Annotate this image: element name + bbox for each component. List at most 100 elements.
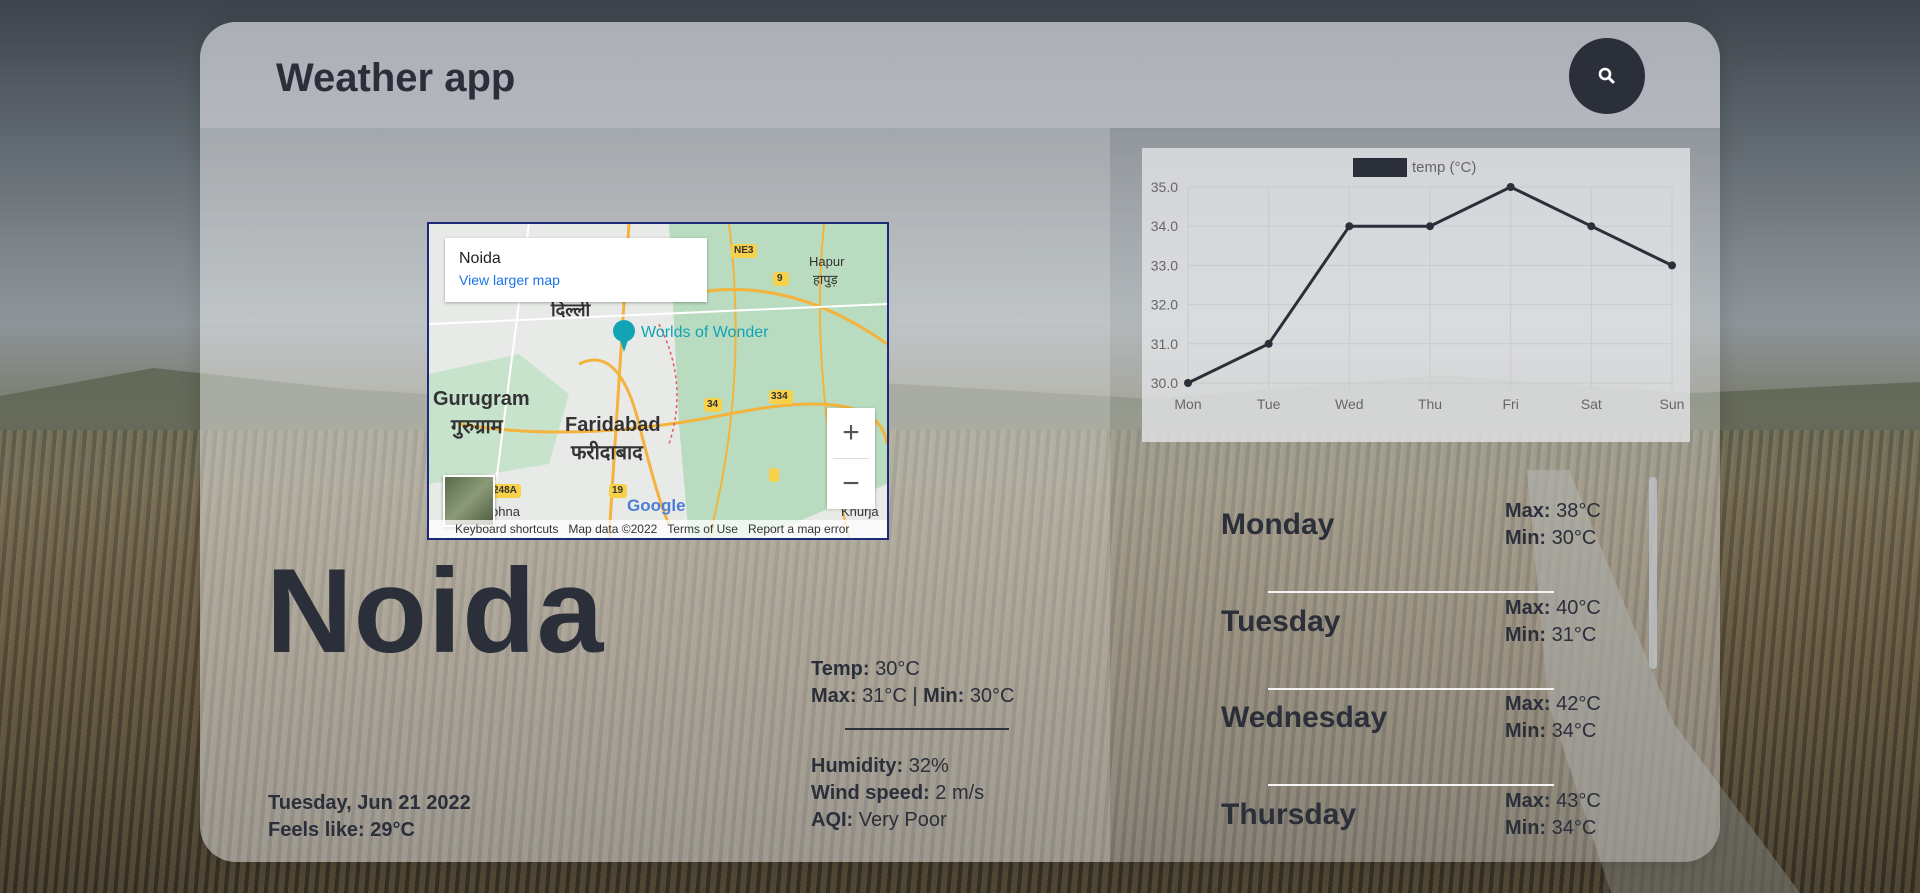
map-label-hapur-hindi: हापुड़ [813, 272, 838, 287]
chart-y-tick-label: 30.0 [1151, 375, 1178, 391]
forecast-day: Wednesday [1221, 701, 1388, 734]
chart-x-tick-label: Tue [1257, 396, 1281, 412]
chart-y-tick-label: 35.0 [1151, 179, 1178, 195]
terms-of-use-link[interactable]: Terms of Use [667, 522, 738, 536]
humidity-value: 32% [908, 755, 949, 777]
feels-like-label: Feels like: [268, 819, 365, 841]
chart-x-tick-label: Wed [1335, 396, 1364, 412]
wind-value: 2 m/s [935, 782, 985, 804]
top-bar: Weather app [200, 22, 1720, 128]
forecast-day: Tuesday [1221, 605, 1341, 638]
forecast-min-value: 30°C [1551, 527, 1597, 549]
forecast-max-label: Max: [1505, 790, 1551, 812]
temp-line: Temp: 30°C [811, 658, 920, 681]
chart-point [1184, 379, 1192, 387]
zoom-in-button[interactable]: + [827, 408, 875, 458]
forecast-min-value: 31°C [1551, 624, 1597, 646]
wind-line: Wind speed: 2 m/s [811, 782, 984, 805]
forecast-max: Max: 42°C [1505, 693, 1601, 716]
forecast-row: Tuesday Max: 40°C Min: 31°C [1215, 589, 1635, 690]
current-date: Tuesday, Jun 21 2022 [268, 792, 471, 814]
separator: | [912, 685, 918, 707]
feels-like: Feels like: 29°C [268, 819, 415, 842]
forecast-max-label: Max: [1505, 597, 1551, 619]
forecast-row: Monday Max: 38°C Min: 30°C [1215, 492, 1635, 593]
forecast-min: Min: 30°C [1505, 527, 1596, 550]
forecast-max-value: 43°C [1556, 790, 1601, 812]
forecast-min-label: Min: [1505, 624, 1547, 646]
stats-divider [845, 728, 1009, 730]
temp-value: 30°C [875, 658, 920, 680]
map-data-text: Map data ©2022 [568, 522, 658, 536]
map-road-248a: 248A [493, 485, 517, 496]
chart-point [1587, 222, 1596, 231]
chart-y-tick-label: 33.0 [1151, 257, 1178, 273]
map-road-ne3: NE3 [734, 245, 754, 256]
map-label-worlds-of-wonder: Worlds of Wonder [641, 324, 769, 341]
map-zoom-controls: + − [827, 408, 875, 509]
forecast-max: Max: 43°C [1505, 790, 1601, 813]
forecast-max-value: 42°C [1556, 693, 1601, 715]
report-map-error-link[interactable]: Report a map error [748, 522, 849, 536]
chart-point [1345, 222, 1354, 231]
map-label-faridabad: Faridabad [565, 414, 661, 436]
forecast-day: Thursday [1221, 798, 1357, 831]
forecast-scrollbar[interactable] [1649, 477, 1657, 669]
city-name: Noida [266, 544, 605, 678]
map-label-hapur: Hapur [809, 254, 845, 269]
chart-x-tick-label: Sat [1581, 396, 1602, 412]
keyboard-shortcuts-link[interactable]: Keyboard shortcuts [455, 522, 558, 536]
chart-x-tick-label: Mon [1174, 396, 1201, 412]
forecast-max-label: Max: [1505, 693, 1551, 715]
forecast-min: Min: 31°C [1505, 624, 1596, 647]
forecast-min-value: 34°C [1551, 817, 1597, 839]
chart-legend-swatch [1353, 158, 1407, 177]
chart-point [1668, 261, 1676, 270]
forecast-min-label: Min: [1505, 527, 1547, 549]
map-road-9: 9 [777, 273, 783, 284]
chart-point [1426, 222, 1434, 231]
map-label-gurugram: Gurugram [433, 388, 530, 410]
forecast-min: Min: 34°C [1505, 720, 1596, 743]
aqi-label: AQI: [811, 809, 854, 831]
forecast-day: Monday [1221, 508, 1335, 541]
max-min-line: Max: 31°C | Min: 30°C [811, 685, 1015, 708]
temp-label: Temp: [811, 658, 870, 680]
forecast-row: Thursday Max: 43°C Min: 34°C [1215, 782, 1635, 862]
humidity-label: Humidity: [811, 755, 904, 777]
zoom-out-button[interactable]: − [827, 459, 875, 509]
chart-x-tick-label: Fri [1503, 396, 1519, 412]
map-road-34: 34 [707, 399, 719, 410]
forecast-max: Max: 38°C [1505, 500, 1601, 523]
location-map[interactable]: दिल्ली Gurugram गुरुग्राम Faridabad फरीद… [427, 222, 889, 540]
chart-x-tick-label: Thu [1418, 396, 1442, 412]
forecast-max-value: 40°C [1556, 597, 1601, 619]
search-icon [1598, 67, 1615, 84]
view-larger-map-link[interactable]: View larger map [459, 272, 707, 288]
min-label: Min: [923, 685, 965, 707]
chart-y-tick-label: 31.0 [1151, 336, 1178, 352]
weather-card: Weather app दिल्ली Gurugram गुरुग्राम Fa… [200, 22, 1720, 862]
forecast-list: Monday Max: 38°C Min: 30°C Tuesday Max: … [1215, 492, 1635, 862]
map-road-19: 19 [612, 485, 624, 496]
forecast-row: Wednesday Max: 42°C Min: 34°C [1215, 685, 1635, 786]
temperature-chart: 30.0 31.0 32.0 33.0 34.0 35.0 Mon Tue Wed Thu Fri S… [1142, 148, 1690, 442]
map-label-faridabad-hindi: फरीदाबाद [571, 442, 643, 464]
forecast-max-value: 38°C [1556, 500, 1601, 522]
forecast-min-value: 34°C [1551, 720, 1597, 742]
map-footer: Keyboard shortcuts Map data ©2022 Terms … [429, 520, 887, 538]
temperature-chart-svg: 30.0 31.0 32.0 33.0 34.0 35.0 Mon Tue Wed Thu Fri S… [1151, 158, 1684, 412]
wind-label: Wind speed: [811, 782, 930, 804]
search-button[interactable] [1569, 38, 1645, 114]
humidity-line: Humidity: 32% [811, 755, 949, 778]
map-label-gurugram-hindi: गुरुग्राम [451, 416, 503, 438]
min-value: 30°C [969, 685, 1015, 707]
forecast-min-label: Min: [1505, 720, 1547, 742]
max-label: Max: [811, 685, 857, 707]
map-road-334: 334 [771, 391, 788, 402]
map-info-window: Noida View larger map [445, 238, 707, 302]
feels-like-value: 29°C [370, 819, 415, 841]
map-google-logo: Google [627, 496, 686, 515]
map-place-name: Noida [459, 250, 501, 267]
forecast-min-label: Min: [1505, 817, 1547, 839]
